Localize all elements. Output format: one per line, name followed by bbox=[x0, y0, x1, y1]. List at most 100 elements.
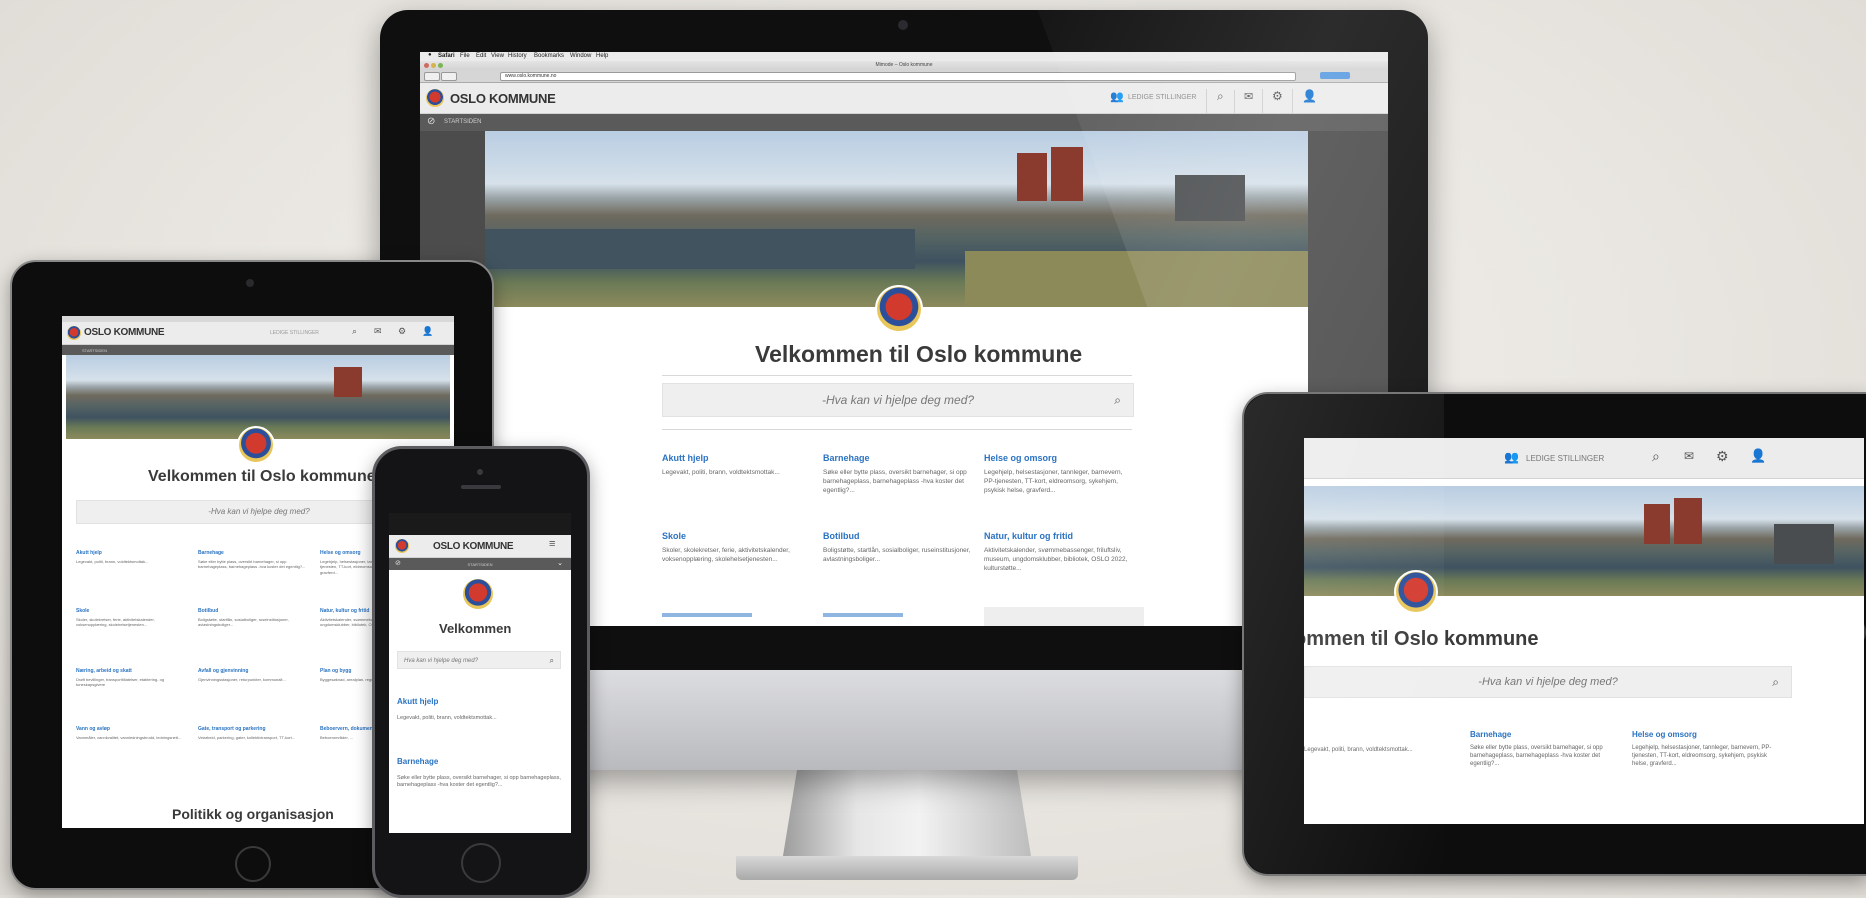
oslo-logo[interactable] bbox=[395, 539, 409, 553]
link-avfall-gjenvinning[interactable]: Avfall og gjenvinning bbox=[198, 668, 248, 674]
site-brand[interactable]: OSLO KOMMUNE bbox=[84, 327, 165, 338]
link-barnehage[interactable]: Barnehage bbox=[198, 550, 224, 556]
link-plan-og-bygg[interactable]: Plan og bygg bbox=[320, 668, 351, 674]
desc-gate-transport-parkering: Veiarbeid, parkering, gater, kollektivtr… bbox=[198, 735, 296, 740]
desc-akutt-hjelp: Legevakt, politi, brann, voldtektsmottak… bbox=[397, 715, 497, 721]
menu-safari[interactable]: Safari bbox=[438, 53, 455, 59]
desc-barnehage: Søke eller bytte plass, oversikt barneha… bbox=[198, 559, 306, 570]
desc-natur-kultur-fritid: Aktivitetskalender, svømmebassenger, fri… bbox=[984, 547, 1128, 572]
cut-box bbox=[984, 607, 1144, 626]
search-icon[interactable]: ⌕ bbox=[1114, 384, 1121, 416]
link-akutt-hjelp[interactable]: Akutt hjelp bbox=[76, 550, 102, 556]
desc-helse-og-omsorg: Legehjelp, helsestasjoner, tannleger, ba… bbox=[1632, 745, 1772, 768]
iphone-device: OSLO KOMMUNE ≡ ⊘ STARTSIDEN ⌄ Velkommen … bbox=[372, 446, 590, 898]
imac-camera bbox=[898, 20, 908, 30]
link-barnehage[interactable]: Barnehage bbox=[823, 453, 870, 463]
iphone-home-button[interactable] bbox=[461, 843, 501, 883]
tablet-device: 👥 LEDIGE STILLINGER ⌕ ✉ ⚙ 👤 Velkommen ti… bbox=[1242, 392, 1866, 876]
menu-edit[interactable]: Edit bbox=[476, 53, 486, 59]
menu-file[interactable]: File bbox=[460, 53, 470, 59]
search-icon[interactable]: ⌕ bbox=[1652, 448, 1660, 465]
jobs-link[interactable]: LEDIGE STILLINGER bbox=[1526, 454, 1604, 463]
link-gate-transport-parkering[interactable]: Gate, transport og parkering bbox=[198, 726, 266, 732]
search-placeholder: -Hva kan vi hjelpe deg med? bbox=[821, 393, 975, 407]
url-text: www.oslo.kommune.no bbox=[505, 73, 557, 79]
link-botilbud[interactable]: Botilbud bbox=[823, 531, 860, 541]
link-natur-kultur-fritid[interactable]: Natur, kultur og fritid bbox=[320, 608, 369, 614]
desc-skole: Skoler, skolekretser, ferie, aktivitetsk… bbox=[76, 617, 155, 628]
menu-help[interactable]: Help bbox=[596, 53, 608, 59]
iphone-statusbar bbox=[389, 513, 571, 535]
oslo-logo[interactable] bbox=[67, 326, 81, 340]
search-icon[interactable]: ⌕ bbox=[1772, 667, 1779, 697]
menu-window[interactable]: Window bbox=[570, 53, 591, 59]
menu-icon[interactable]: ≡ bbox=[549, 538, 555, 550]
building-right bbox=[1774, 524, 1834, 564]
desc-akutt-hjelp: Legevakt, politi, brann, voldtektsmottak… bbox=[662, 469, 780, 476]
link-akutt-hjelp[interactable]: Akutt hjelp bbox=[662, 453, 709, 463]
oslo-coat-of-arms bbox=[463, 579, 493, 609]
search-icon[interactable]: ⌕ bbox=[550, 652, 554, 670]
users-icon[interactable]: 👥 bbox=[1504, 450, 1519, 464]
breadcrumb-startsiden[interactable]: STARTSIDEN bbox=[444, 119, 481, 125]
oslo-logo[interactable] bbox=[426, 89, 444, 107]
search-divider bbox=[662, 429, 1132, 430]
link-beboervern[interactable]: Beboervern, dokumenter bbox=[320, 726, 379, 732]
desc-skole: Skoler, skolekretser, ferie, aktivitetsk… bbox=[662, 547, 790, 563]
jobs-link[interactable]: LEDIGE STILLINGER bbox=[270, 330, 319, 336]
harbor-water bbox=[485, 229, 915, 269]
gear-icon[interactable]: ⚙ bbox=[1716, 448, 1729, 465]
menu-history[interactable]: History bbox=[508, 53, 527, 59]
apple-icon[interactable]: ● bbox=[428, 52, 432, 58]
cut-link-2 bbox=[823, 613, 903, 617]
search-placeholder: -Hva kan vi hjelpe deg med? bbox=[208, 507, 310, 516]
chevron-down-icon[interactable]: ⌄ bbox=[557, 559, 563, 567]
search-placeholder: Hva kan vi hjelpe deg med? bbox=[404, 658, 479, 664]
iphone-camera bbox=[477, 469, 483, 475]
search-input[interactable]: Hva kan vi hjelpe deg med? ⌕ bbox=[397, 651, 561, 669]
link-helse-og-omsorg[interactable]: Helse og omsorg bbox=[984, 453, 1057, 463]
desc-akutt-hjelp: Legevakt, politi, brann, voldtektsmottak… bbox=[76, 559, 149, 564]
city-hall-tower bbox=[334, 367, 362, 397]
city-hall-tower-right bbox=[1051, 147, 1083, 201]
link-skole[interactable]: Skole bbox=[662, 531, 686, 541]
search-icon[interactable]: ⌕ bbox=[352, 326, 357, 337]
link-skole[interactable]: Skole bbox=[76, 608, 89, 614]
breadcrumb-startsiden[interactable]: STARTSIDEN bbox=[389, 562, 571, 567]
checkmark-circle-icon[interactable]: ⊘ bbox=[427, 116, 435, 127]
breadcrumb-startsiden[interactable]: STARTSIDEN bbox=[82, 348, 107, 353]
mail-icon[interactable]: ✉ bbox=[374, 326, 382, 337]
link-vann-avlop[interactable]: Vann og avløp bbox=[76, 726, 110, 732]
search-input[interactable]: -Hva kan vi hjelpe deg med? ⌕ bbox=[662, 383, 1134, 417]
menu-view[interactable]: View bbox=[491, 53, 504, 59]
forward-button[interactable] bbox=[441, 72, 457, 81]
mail-icon[interactable]: ✉ bbox=[1684, 449, 1694, 463]
desc-barnehage: Søke eller bytte plass, oversikt barneha… bbox=[397, 775, 561, 789]
gear-icon[interactable]: ⚙ bbox=[398, 326, 406, 337]
site-brand[interactable]: OSLO KOMMUNE bbox=[433, 541, 514, 552]
city-hall-tower-left bbox=[1644, 504, 1670, 544]
link-naering-arbeid-skatt[interactable]: Næring, arbeid og skatt bbox=[76, 668, 132, 674]
desc-naering-arbeid-skatt: Drøft bevillinger, transporttillatelser,… bbox=[76, 677, 165, 688]
link-botilbud[interactable]: Botilbud bbox=[198, 608, 218, 614]
link-natur-kultur-fritid[interactable]: Natur, kultur og fritid bbox=[984, 531, 1073, 541]
link-barnehage[interactable]: Barnehage bbox=[1470, 730, 1511, 739]
back-button[interactable] bbox=[424, 72, 440, 81]
menu-bookmarks[interactable]: Bookmarks bbox=[534, 53, 564, 59]
link-akutt-hjelp[interactable]: Akutt hjelp bbox=[397, 697, 438, 706]
page-title: Velkommen til Oslo kommune bbox=[148, 468, 376, 485]
iphone-screen: OSLO KOMMUNE ≡ ⊘ STARTSIDEN ⌄ Velkommen … bbox=[389, 513, 571, 833]
oslo-coat-of-arms bbox=[875, 285, 923, 333]
ipad-site-header: OSLO KOMMUNE LEDIGE STILLINGER ⌕ ✉ ⚙ 👤 bbox=[62, 322, 454, 345]
ipad-home-button[interactable] bbox=[235, 846, 271, 882]
link-barnehage[interactable]: Barnehage bbox=[397, 757, 438, 766]
ipad-camera bbox=[246, 279, 254, 287]
site-brand[interactable]: OSLO KOMMUNE bbox=[450, 91, 556, 106]
cut-link-1 bbox=[662, 613, 752, 617]
person-icon[interactable]: 👤 bbox=[1750, 448, 1766, 464]
person-icon[interactable]: 👤 bbox=[422, 326, 433, 337]
link-helse-og-omsorg[interactable]: Helse og omsorg bbox=[1632, 730, 1697, 739]
iphone-breadcrumb-bar: ⊘ STARTSIDEN ⌄ bbox=[389, 558, 571, 570]
link-helse-og-omsorg[interactable]: Helse og omsorg bbox=[320, 550, 361, 556]
desc-botilbud: Boligstøtte, startlån, sosialboliger, ru… bbox=[198, 617, 289, 628]
